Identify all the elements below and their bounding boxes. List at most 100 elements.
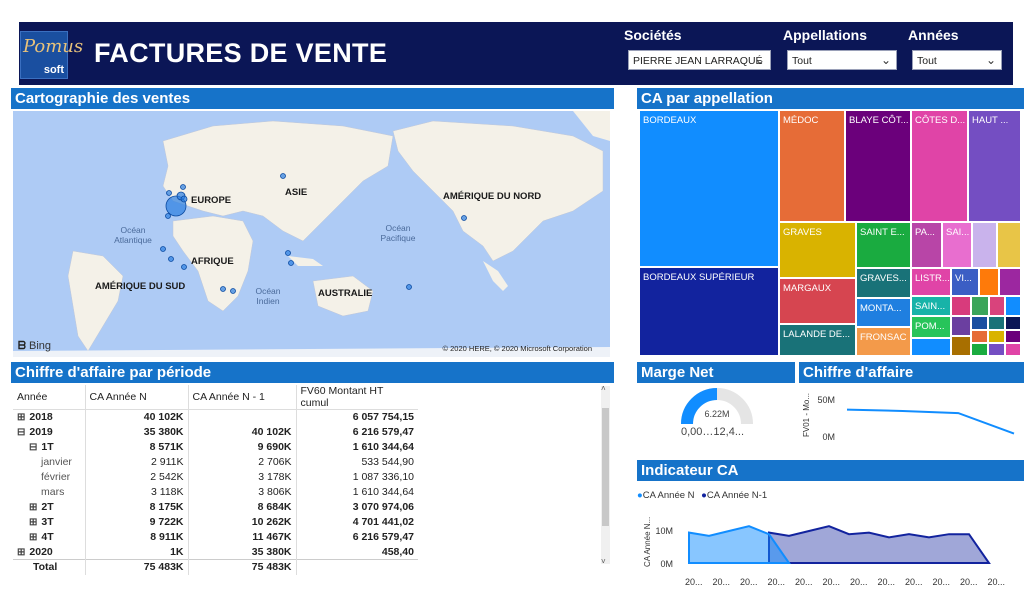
ca-periode-matrix[interactable]: Année CA Année N CA Année N - 1 FV60 Mon… — [13, 385, 610, 575]
ca-ytick-0m: 0M — [822, 432, 835, 442]
table-row[interactable]: janvier 2 911K 2 706K 533 544,90 — [13, 454, 418, 470]
x-tick-label: 20... — [933, 577, 951, 587]
slicer-label-annees: Années — [908, 27, 959, 43]
tile-haut[interactable]: HAUT ... — [969, 111, 1022, 223]
tile-monta[interactable]: MONTA... — [857, 299, 912, 328]
tile-unlabeled-14[interactable] — [1006, 317, 1022, 331]
tile-unlabeled-18[interactable] — [972, 344, 989, 357]
tile-unlabeled-8[interactable] — [1006, 297, 1022, 317]
total-cumul — [296, 559, 418, 575]
row-label-cell[interactable]: ⊟ 1T — [13, 439, 86, 455]
table-row[interactable]: ⊟ 2019 35 380K 40 102K 6 216 579,47 — [13, 424, 418, 440]
table-row[interactable]: ⊞ 3T 9 722K 10 262K 4 701 441,02 — [13, 514, 418, 530]
tile-fronsac[interactable]: FRONSAC — [857, 328, 912, 357]
indicateur-chart-svg: CA Année N... 10M 0M 20... 20... 20... 20..… — [643, 517, 1005, 587]
ca-line-chart[interactable]: FV01 - Mo... 50M 0M — [799, 385, 1024, 445]
tile-pa[interactable]: PA... — [912, 223, 943, 269]
tile-unlabeled-6[interactable] — [972, 297, 990, 317]
indicateur-xticks: 20... 20... 20... 20... 20... 20... 20... 20...… — [685, 577, 1005, 587]
row-label-cell[interactable]: ⊞ 2018 — [13, 409, 86, 425]
row-label-cell[interactable]: ⊟ 2019 — [13, 424, 86, 440]
tile-cotes[interactable]: CÔTES D... — [912, 111, 969, 223]
tile-unlabeled-20[interactable] — [1006, 344, 1022, 357]
tile-unlabeled-3[interactable] — [980, 269, 1000, 297]
table-row[interactable]: ⊟ 1T 8 571K 9 690K 1 610 344,64 — [13, 439, 418, 455]
tile-graves[interactable]: GRAVES — [780, 223, 857, 279]
matrix-scrollbar[interactable]: ˄ ˅ — [601, 384, 610, 566]
table-row[interactable]: ⊞ 4T 8 911K 11 467K 6 216 579,47 — [13, 529, 418, 545]
expand-toggle-icon[interactable]: ⊞ — [29, 517, 37, 528]
column-header-ca-n1[interactable]: CA Année N - 1 — [188, 385, 297, 410]
row-label-cell[interactable]: ⊞ 4T — [13, 529, 86, 545]
gauge-range: 0,00…12,4... — [681, 426, 744, 438]
societes-dropdown[interactable]: PIERRE JEAN LARRAQUÉ ⌄ — [628, 50, 771, 70]
x-tick-label: 20... — [878, 577, 896, 587]
tile-pom[interactable]: POM... — [912, 317, 952, 339]
tile-unlabeled-10[interactable] — [952, 317, 972, 337]
table-row[interactable]: ⊞ 2020 1K 35 380K 458,40 — [13, 544, 418, 560]
tile-bordeaux[interactable]: BORDEAUX — [640, 111, 780, 268]
column-header-ca-n[interactable]: CA Année N — [85, 385, 189, 410]
expand-toggle-icon[interactable]: ⊞ — [29, 532, 37, 543]
cell-cumul: 1 610 344,64 — [352, 486, 414, 498]
tile-vi[interactable]: VI... — [952, 269, 980, 297]
scrollbar-thumb[interactable] — [602, 408, 609, 526]
cell-ca-n: 2 911K — [85, 454, 189, 470]
tile-unlabeled-19[interactable] — [989, 344, 1006, 357]
appellations-dropdown[interactable]: Tout ⌄ — [787, 50, 897, 70]
table-row[interactable]: février 2 542K 3 178K 1 087 336,10 — [13, 469, 418, 485]
table-row[interactable]: ⊞ 2T 8 175K 8 684K 3 070 974,06 — [13, 499, 418, 515]
tile-unlabeled-5[interactable] — [952, 297, 972, 317]
tile-medoc[interactable]: MÉDOC — [780, 111, 846, 223]
column-header-annee[interactable]: Année — [13, 385, 86, 410]
scroll-down-icon[interactable]: ˅ — [601, 557, 606, 566]
tile-bordeaux-superieur[interactable]: BORDEAUX SUPÉRIEUR — [640, 268, 780, 357]
row-label-cell[interactable]: ⊞ 2020 — [13, 544, 86, 560]
map-copyright: © 2020 HERE, © 2020 Microsoft Corporatio… — [442, 344, 592, 353]
tile-graves-2[interactable]: GRAVES... — [857, 269, 912, 299]
row-label-cell[interactable]: février — [13, 469, 86, 485]
tile-unlabeled-17[interactable] — [1006, 331, 1022, 344]
tile-saint-e[interactable]: SAINT E... — [857, 223, 912, 269]
tile-lalande[interactable]: LALANDE DE... — [780, 325, 857, 357]
continent-label-amerique-nord: AMÉRIQUE DU NORD — [443, 191, 542, 202]
expand-toggle-icon[interactable]: ⊞ — [17, 547, 25, 558]
expand-toggle-icon[interactable]: ⊞ — [29, 502, 37, 513]
row-label-cell[interactable]: mars — [13, 484, 86, 500]
sales-map[interactable]: EUROPE ASIE AMÉRIQUE DU NORD AFRIQUE AMÉ… — [13, 111, 610, 357]
cell-ca-n1: 40 102K — [188, 424, 297, 440]
appellation-treemap[interactable]: BORDEAUX BORDEAUX SUPÉRIEUR MÉDOC BLAYE … — [640, 111, 1022, 357]
tile-unlabeled-7[interactable] — [990, 297, 1006, 317]
tile-sain[interactable]: SAIN... — [912, 297, 952, 317]
annees-dropdown[interactable]: Tout ⌄ — [912, 50, 1002, 70]
report-title: FACTURES DE VENTE — [94, 38, 388, 68]
tile-unlabeled-4[interactable] — [1000, 269, 1022, 297]
expand-toggle-icon[interactable]: ⊟ — [29, 442, 37, 453]
expand-toggle-icon[interactable]: ⊞ — [17, 412, 25, 423]
tile-unlabeled-9[interactable] — [912, 339, 952, 357]
cell-ca-n: 3 118K — [85, 484, 189, 500]
indicateur-area-chart[interactable]: CA Année N... 10M 0M 20... 20... 20... 20..… — [637, 505, 1024, 593]
row-label-cell[interactable]: ⊞ 3T — [13, 514, 86, 530]
tile-listr[interactable]: LISTR... — [912, 269, 952, 297]
column-header-cumul[interactable]: FV60 Montant HT cumul — [296, 385, 418, 410]
expand-toggle-icon[interactable]: ⊟ — [17, 427, 25, 438]
marge-gauge[interactable]: 6.22M 0,00…12,4... — [637, 384, 795, 444]
tile-unlabeled-12[interactable] — [972, 317, 989, 331]
scroll-up-icon[interactable]: ˄ — [601, 384, 606, 393]
table-row[interactable]: mars 3 118K 3 806K 1 610 344,64 — [13, 484, 418, 500]
cell-ca-n: 35 380K — [85, 424, 189, 440]
map-panel-title: Cartographie des ventes — [11, 88, 614, 109]
tile-unlabeled-11[interactable] — [952, 337, 972, 357]
table-row[interactable]: ⊞ 2018 40 102K 6 057 754,15 — [13, 409, 418, 425]
tile-sai[interactable]: SAI... — [943, 223, 973, 269]
row-label-cell[interactable]: janvier — [13, 454, 86, 470]
tile-unlabeled-15[interactable] — [972, 331, 989, 344]
tile-blaye[interactable]: BLAYE CÔT... — [846, 111, 912, 223]
tile-unlabeled-13[interactable] — [989, 317, 1006, 331]
tile-unlabeled-16[interactable] — [989, 331, 1006, 344]
tile-unlabeled-1[interactable] — [973, 223, 998, 269]
tile-margaux[interactable]: MARGAUX — [780, 279, 857, 325]
tile-unlabeled-2[interactable] — [998, 223, 1022, 269]
row-label-cell[interactable]: ⊞ 2T — [13, 499, 86, 515]
